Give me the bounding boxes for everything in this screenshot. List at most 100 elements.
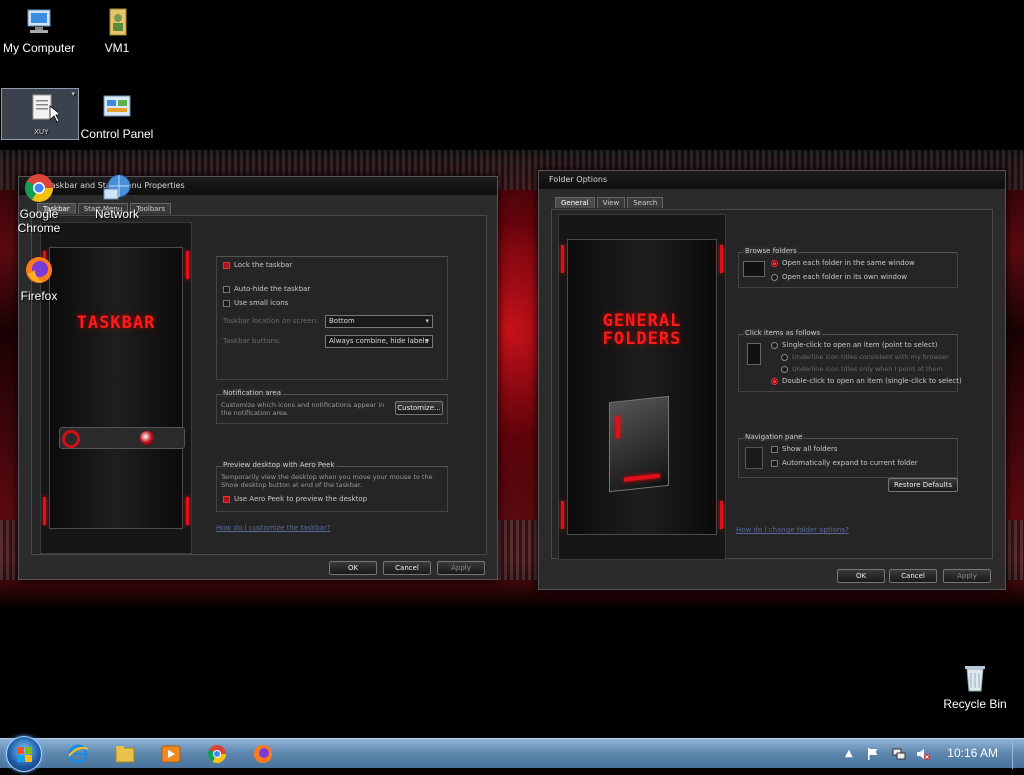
cancel-button[interactable]: Cancel — [889, 569, 937, 583]
desktop-icon-label: My Computer — [2, 41, 76, 55]
preview-title-folders: FOLDERS — [602, 329, 682, 349]
customize-button[interactable]: Customize... — [395, 401, 443, 415]
tab-view[interactable]: View — [596, 197, 626, 208]
small-icons-checkbox[interactable] — [223, 299, 230, 307]
desktop-icon-vm1[interactable]: VM1 — [78, 6, 156, 55]
location-label: Taskbar location on screen: — [223, 317, 319, 325]
auto-hide-checkbox[interactable] — [223, 285, 230, 293]
tab-general[interactable]: General — [555, 197, 595, 208]
window-titlebar[interactable]: Folder Options — [539, 171, 1005, 189]
desktop-icon-recycle-bin[interactable]: Recycle Bin — [936, 662, 1014, 711]
taskbar-settings-group: Lock the taskbar Auto-hide the taskbar U… — [216, 256, 448, 380]
restore-defaults-button[interactable]: Restore Defaults — [888, 478, 958, 492]
own-window-radio[interactable] — [771, 273, 778, 281]
aero-peek-group: Preview desktop with Aero Peek Temporari… — [216, 461, 448, 512]
buttons-label: Taskbar buttons: — [223, 337, 282, 345]
location-dropdown[interactable]: Bottom — [325, 315, 433, 328]
same-window-radio[interactable] — [771, 259, 778, 267]
navigation-pane-title: Navigation pane — [743, 433, 805, 441]
notification-text: Customize which icons and notifications … — [221, 401, 385, 417]
file-explorer-taskbar-icon[interactable] — [113, 743, 137, 765]
firefox-taskbar-icon[interactable] — [251, 743, 275, 765]
desktop-icon-label: Control Panel — [80, 127, 154, 141]
firefox-icon — [23, 254, 55, 286]
show-all-folders-label: Show all folders — [782, 445, 838, 453]
taskbar-properties-window[interactable]: Taskbar and Start Menu Properties Taskba… — [18, 176, 498, 580]
notification-group-title: Notification area — [221, 389, 283, 397]
notification-group: Notification area Customize which icons … — [216, 389, 448, 424]
preview-title-general: GENERAL — [602, 311, 682, 331]
desktop-icon-label: XUY — [34, 129, 49, 136]
preview-title: TASKBAR — [76, 313, 156, 333]
buttons-dropdown[interactable]: Always combine, hide labels — [325, 335, 433, 348]
own-window-label: Open each folder in its own window — [782, 273, 907, 281]
aero-peek-group-title: Preview desktop with Aero Peek — [221, 461, 337, 469]
browse-folders-group: Browse folders Open each folder in the s… — [738, 247, 958, 288]
aero-peek-label: Use Aero Peek to preview the desktop — [234, 495, 368, 503]
double-click-label: Double-click to open an item (single-cli… — [782, 377, 962, 385]
show-desktop-button[interactable] — [1012, 739, 1024, 769]
click-items-icon — [747, 343, 761, 365]
desktop-icon-label: VM1 — [104, 41, 130, 55]
desktop-icon-label: Network — [94, 207, 139, 221]
recycle-bin-icon — [959, 662, 991, 694]
network-tray-icon[interactable] — [892, 747, 906, 761]
tab-panel: TASKBAR Lock the taskbar Auto-hide the t… — [31, 215, 487, 555]
taskbar-help-link[interactable]: How do I customize the taskbar? — [216, 524, 330, 532]
desktop: My Computer VM1 XUY Control Panel Google… — [0, 0, 1024, 738]
same-window-label: Open each folder in the same window — [782, 259, 915, 267]
volume-muted-icon[interactable] — [916, 747, 930, 761]
window-title: Folder Options — [549, 175, 608, 184]
underline-point-radio[interactable] — [781, 365, 788, 373]
lock-taskbar-checkbox[interactable] — [223, 261, 230, 269]
chrome-taskbar-icon[interactable] — [205, 743, 229, 765]
desktop-icon-label: Firefox — [20, 289, 58, 303]
folder-preview-image: GENERAL FOLDERS — [558, 214, 726, 560]
aero-peek-checkbox[interactable] — [223, 495, 230, 503]
computer-icon — [23, 6, 55, 38]
ok-button[interactable]: OK — [837, 569, 885, 583]
desktop-icon-network[interactable]: Network — [78, 172, 156, 221]
desktop-icon-my-computer[interactable]: My Computer — [0, 6, 78, 55]
navigation-pane-group: Navigation pane Show all folders Automat… — [738, 433, 958, 478]
desktop-icon-control-panel[interactable]: Control Panel — [78, 92, 156, 141]
windows-taskbar: ▲ 10:16 AM — [0, 736, 1024, 772]
underline-point-label: Underline icon titles only when I point … — [792, 365, 943, 373]
network-icon — [101, 172, 133, 204]
underline-browser-radio[interactable] — [781, 353, 788, 361]
apply-button[interactable]: Apply — [943, 569, 991, 583]
desktop-icon-label: Google Chrome — [17, 207, 61, 235]
show-hidden-icons-button[interactable]: ▲ — [845, 747, 859, 761]
folder-options-window[interactable]: Folder Options General View Search GENER… — [538, 170, 1006, 590]
browse-folders-title: Browse folders — [743, 247, 799, 255]
ok-button[interactable]: OK — [329, 561, 377, 575]
tab-search[interactable]: Search — [627, 197, 664, 208]
click-items-group: Click items as follows Single-click to o… — [738, 329, 962, 392]
click-items-title: Click items as follows — [743, 329, 823, 337]
tab-panel: GENERAL FOLDERS Browse folders Open each… — [551, 209, 993, 560]
desktop-icon-xuy[interactable]: XUY — [1, 88, 79, 140]
single-click-radio[interactable] — [771, 341, 778, 349]
chrome-icon — [23, 172, 55, 204]
folder-help-link[interactable]: How do I change folder options? — [736, 526, 849, 534]
internet-explorer-taskbar-icon[interactable] — [66, 743, 90, 765]
cancel-button[interactable]: Cancel — [383, 561, 431, 575]
show-all-folders-checkbox[interactable] — [771, 445, 778, 453]
desktop-icon-firefox[interactable]: Firefox — [0, 254, 78, 303]
lock-taskbar-label: Lock the taskbar — [234, 261, 293, 269]
action-center-flag-icon[interactable] — [866, 747, 880, 761]
system-clock[interactable]: 10:16 AM — [947, 746, 998, 760]
small-icons-label: Use small icons — [234, 299, 289, 307]
auto-hide-label: Auto-hide the taskbar — [234, 285, 311, 293]
auto-expand-checkbox[interactable] — [771, 459, 778, 467]
double-click-radio[interactable] — [771, 377, 778, 385]
navigation-pane-icon — [745, 447, 763, 469]
start-button[interactable] — [6, 736, 42, 772]
desktop-icon-label: Recycle Bin — [943, 697, 1007, 711]
browse-folders-icon — [743, 261, 765, 277]
auto-expand-label: Automatically expand to current folder — [782, 459, 918, 467]
control-panel-icon — [101, 92, 133, 124]
desktop-icon-google-chrome[interactable]: Google Chrome — [0, 172, 78, 235]
media-player-taskbar-icon[interactable] — [159, 743, 183, 765]
apply-button[interactable]: Apply — [437, 561, 485, 575]
